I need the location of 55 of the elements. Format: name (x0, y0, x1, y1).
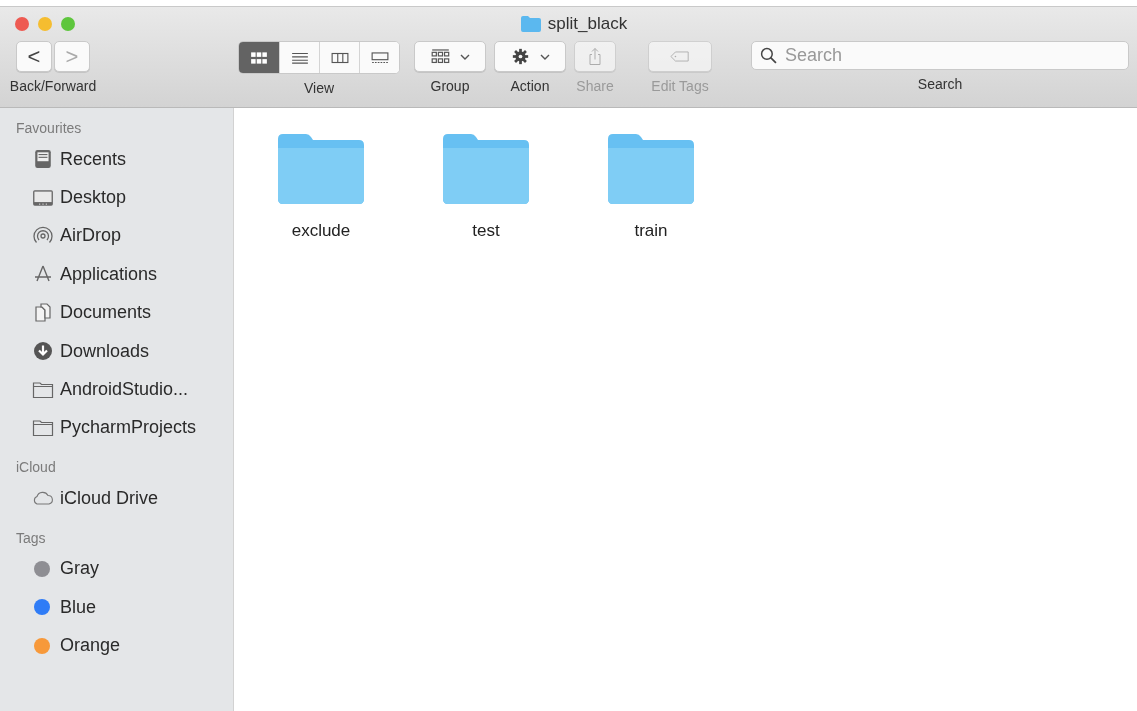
download-icon (32, 341, 54, 362)
sidebar-item[interactable]: Applications (0, 255, 233, 294)
chevron-icon (539, 53, 550, 60)
group-icon (430, 48, 450, 65)
toolbar-label: View (303, 80, 335, 96)
sidebar-item[interactable]: Blue (0, 588, 233, 627)
columns-icon (330, 51, 349, 64)
sidebar-item[interactable]: AndroidStudio... (0, 370, 233, 409)
view-mode-button[interactable] (359, 42, 399, 73)
close-button[interactable] (15, 17, 29, 31)
desktop-icon (32, 187, 54, 208)
view-mode-button[interactable] (239, 42, 279, 73)
sidebar-heading: Favourites (15, 120, 83, 138)
file-item[interactable]: train (606, 133, 696, 241)
window-title: split_black (547, 14, 628, 34)
sidebar-item[interactable]: AirDrop (0, 216, 233, 256)
file-item[interactable]: test (441, 133, 531, 241)
gallery-icon (370, 51, 389, 64)
sidebar-item[interactable]: Gray (0, 549, 233, 589)
folder-icon (276, 133, 366, 205)
gear-icon (510, 48, 530, 65)
folder-icon (519, 15, 542, 33)
sidebar-item[interactable]: Orange (0, 626, 233, 666)
icon-grid-icon (250, 51, 268, 64)
toolbar-label: Edit Tags (651, 78, 709, 94)
search-field[interactable]: Search (751, 41, 1129, 70)
sidebar-item[interactable]: PycharmProjects (0, 408, 233, 448)
toolbar-label: Back/Forward (9, 78, 97, 94)
list-icon (290, 51, 309, 64)
sidebar-item[interactable]: Desktop (0, 178, 233, 217)
view-switcher[interactable] (238, 41, 400, 74)
chevron-icon (459, 53, 470, 60)
folder-icon (606, 133, 696, 205)
sidebar-heading: Tags (15, 529, 47, 548)
toolbar-label: Action (510, 78, 550, 94)
share-icon (588, 47, 602, 66)
folder-icon (441, 133, 531, 205)
folder-icon (32, 379, 54, 400)
file-item[interactable]: exclude (276, 133, 366, 241)
sidebar-item[interactable]: iCloud Drive (0, 479, 233, 518)
toolbar-label: Group (430, 78, 470, 94)
sidebar-heading: iCloud (15, 459, 57, 478)
toolbar-label: Share (576, 78, 614, 94)
sidebar-item[interactable]: Recents (0, 140, 233, 179)
documents-icon (32, 302, 54, 323)
sidebar-item[interactable]: Documents (0, 293, 233, 332)
search-icon (760, 47, 777, 64)
tag-icon (670, 51, 690, 62)
action-button[interactable] (494, 41, 566, 72)
toolbar-label: Search (917, 76, 963, 92)
tray-icon (32, 149, 54, 170)
group-button[interactable] (414, 41, 486, 72)
sidebar-item[interactable]: Downloads (0, 331, 233, 371)
back-button[interactable]: < (16, 41, 52, 72)
folder-icon (32, 417, 54, 438)
